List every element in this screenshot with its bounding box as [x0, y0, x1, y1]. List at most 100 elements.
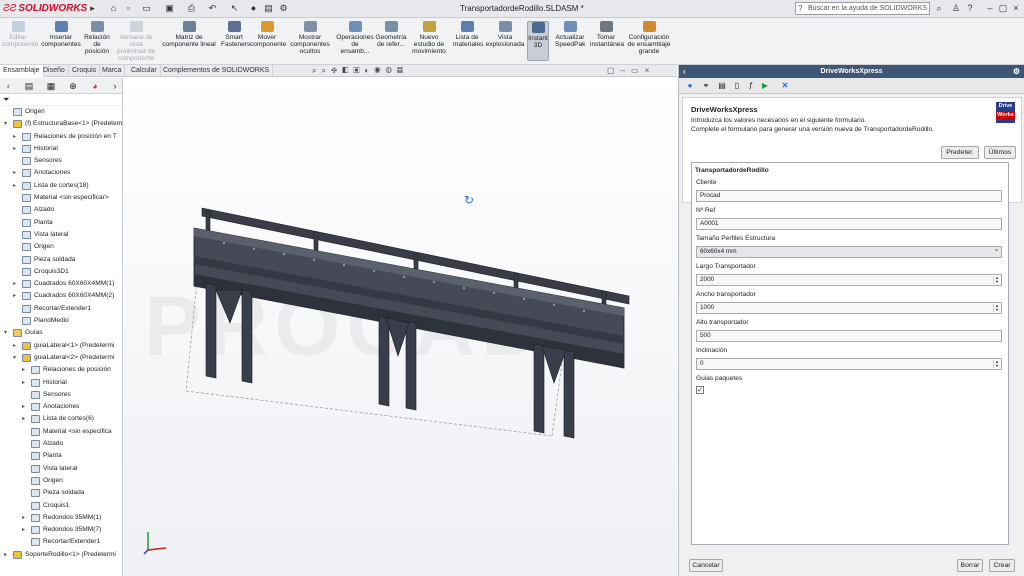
tree-node[interactable]: Sensores: [0, 389, 122, 401]
guias-paquetes-checkbox[interactable]: ✓: [696, 386, 704, 394]
feature-manager-icon[interactable]: ◐: [2, 80, 16, 92]
tab-1[interactable]: Diseño: [40, 65, 69, 77]
tree-node[interactable]: Recortar/Extender1: [0, 536, 122, 548]
tree-twisty-icon[interactable]: ▸: [22, 377, 29, 389]
tree-twisty-icon[interactable]: ▸: [13, 290, 20, 302]
ribbon-button-7[interactable]: Mostrar componentes ocultos: [290, 21, 330, 55]
search-icon[interactable]: ⌕: [933, 2, 945, 15]
open-folder-icon[interactable]: ▭: [140, 2, 153, 15]
tab-0[interactable]: Ensamblaje: [0, 65, 44, 77]
create-button[interactable]: Crear: [989, 559, 1015, 572]
run-icon[interactable]: ▶: [760, 81, 770, 91]
chevron-down-icon[interactable]: ⌄: [993, 246, 1000, 256]
save-icon[interactable]: ▣: [163, 2, 176, 15]
tree-node[interactable]: ▸ Redondos 35MM(1): [0, 512, 122, 524]
defaults-button[interactable]: Predeter.: [941, 146, 979, 159]
tree-twisty-icon[interactable]: ▾: [13, 352, 20, 364]
user-icon[interactable]: ♙: [950, 2, 962, 15]
ribbon-button-3[interactable]: Ventana de vista preliminar de component…: [114, 21, 158, 62]
heads-up-view-toolbar[interactable]: ⌕⌕✥◧▣◐◉◍▦: [312, 66, 408, 76]
spinner-arrows-icon[interactable]: ▲ ▼: [993, 276, 1000, 284]
tree-twisty-icon[interactable]: ▸: [22, 524, 29, 536]
tree-node[interactable]: ▸ Cuadrados 60X60X4MM(2): [0, 290, 122, 302]
help-search-input[interactable]: ? Buscar en la ayuda de SOLIDWORKS: [795, 2, 930, 15]
field-input[interactable]: 1000 ▲ ▼: [696, 302, 1002, 314]
tree-node[interactable]: ▸ Historial: [0, 143, 122, 155]
rebuild-icon[interactable]: ●: [247, 2, 260, 15]
solidworks-logo[interactable]: ƧƧ SOLIDWORKS: [3, 3, 87, 14]
tree-expand-icon[interactable]: ›: [108, 80, 122, 92]
ribbon-button-12[interactable]: Vista explosionada: [485, 21, 525, 48]
tree-node[interactable]: ▸ Lista de cortes(18): [0, 180, 122, 192]
tree-node[interactable]: Alzado: [0, 438, 122, 450]
tree-node[interactable]: Material <sin especificar>: [0, 192, 122, 204]
tab-3[interactable]: Marca: [99, 65, 126, 77]
tree-twisty-icon[interactable]: ▾: [4, 118, 11, 130]
tree-node[interactable]: ▸ Anotaciones: [0, 401, 122, 413]
ribbon-button-4[interactable]: Matriz de componente lineal: [162, 21, 216, 48]
tree-node[interactable]: ▸ Relaciones de posición: [0, 364, 122, 376]
tree-twisty-icon[interactable]: ▸: [13, 278, 20, 290]
tree-node[interactable]: ▾ Guías: [0, 327, 122, 339]
cancel-button[interactable]: Cancelar: [689, 559, 723, 572]
ribbon-button-9[interactable]: Geometría de refer...: [373, 21, 409, 48]
tree-twisty-icon[interactable]: ▸: [4, 549, 11, 561]
tree-node[interactable]: PlanoMedio: [0, 315, 122, 327]
minimize-button[interactable]: –: [984, 2, 996, 15]
spinner-arrows-icon[interactable]: ▲ ▼: [993, 360, 1000, 368]
ribbon-button-11[interactable]: Lista de materiales: [453, 21, 483, 48]
filter-icon[interactable]: ⏷: [0, 94, 122, 106]
tree-node[interactable]: ▾ (f) EstructuraBase<1> (Predeterm: [0, 118, 122, 130]
tree-node[interactable]: Sensores: [0, 155, 122, 167]
panel-back-icon[interactable]: ‹: [683, 65, 686, 78]
tree-twisty-icon[interactable]: ▾: [4, 327, 11, 339]
field-input[interactable]: Procad: [696, 190, 1002, 202]
ribbon-button-0[interactable]: Editar componente: [2, 21, 38, 48]
ribbon-button-5[interactable]: Smart Fasteners: [221, 21, 250, 48]
field-input[interactable]: 500: [696, 330, 1002, 342]
last-values-button[interactable]: Últimos: [984, 146, 1016, 159]
tree-twisty-icon[interactable]: ▸: [13, 340, 20, 352]
print-icon[interactable]: ⎙: [185, 2, 198, 15]
ribbon-button-8[interactable]: Operaciones de ensamb...: [336, 21, 374, 55]
tree-node[interactable]: Pieza soldada: [0, 487, 122, 499]
tree-node[interactable]: Planta: [0, 217, 122, 229]
panel-options-icon[interactable]: ⚙: [1013, 65, 1020, 78]
tree-node[interactable]: ▸ Lista de cortes(6): [0, 413, 122, 425]
tree-node[interactable]: Origen: [0, 241, 122, 253]
tree-node[interactable]: ▾ guiaLateral<2> (Predetermi: [0, 352, 122, 364]
conveyor-3d-model[interactable]: ↻: [124, 78, 677, 576]
ribbon-button-6[interactable]: Mover componente: [250, 21, 286, 48]
select-arrow-icon[interactable]: ↖: [228, 2, 241, 15]
tree-node[interactable]: Origen: [0, 475, 122, 487]
expand-menu-icon[interactable]: ▸: [86, 2, 99, 15]
graphics-viewport[interactable]: PROCAD ↻: [124, 78, 677, 576]
tab-5[interactable]: Complementos de SOLIDWORKS: [160, 65, 274, 77]
tree-node[interactable]: ▸ Anotaciones: [0, 167, 122, 179]
options-gear-icon[interactable]: ⚙: [277, 2, 290, 15]
tree-twisty-icon[interactable]: ▸: [22, 512, 29, 524]
appearance-icon[interactable]: ◕: [88, 80, 102, 92]
field-input[interactable]: 0 ▲ ▼: [696, 358, 1002, 370]
restore-button[interactable]: ▢: [997, 2, 1009, 15]
document-icon[interactable]: ▯: [732, 81, 742, 91]
info-icon[interactable]: ●: [685, 81, 695, 91]
home-icon[interactable]: ⌂: [107, 2, 120, 15]
undo-icon[interactable]: ↶: [206, 2, 219, 15]
tree-twisty-icon[interactable]: ▸: [13, 180, 20, 192]
tree-node[interactable]: Croquis1: [0, 500, 122, 512]
ribbon-button-16[interactable]: Configuración de ensamblaje grande: [626, 21, 672, 55]
viewport-window-controls[interactable]: ▢–▭×: [607, 66, 655, 75]
field-input[interactable]: 2000 ▲ ▼: [696, 274, 1002, 286]
help-menu-icon[interactable]: ?: [964, 2, 976, 15]
tree-node[interactable]: Vista lateral: [0, 229, 122, 241]
tree-node[interactable]: ▸ Historial: [0, 377, 122, 389]
configuration-manager-icon[interactable]: ▦: [44, 80, 58, 92]
ribbon-button-13[interactable]: Instant 3D: [527, 21, 549, 61]
profile-size-select[interactable]: 60x60x4 mm ⌄: [696, 246, 1002, 258]
clear-button[interactable]: Borrar: [957, 559, 983, 572]
close-panel-icon[interactable]: ✕: [780, 81, 790, 91]
tree-twisty-icon[interactable]: ▸: [13, 131, 20, 143]
tree-node[interactable]: ▸ SoporteRodillo<1> (Predetermi: [0, 549, 122, 561]
rules-icon[interactable]: ƒ: [746, 81, 756, 91]
